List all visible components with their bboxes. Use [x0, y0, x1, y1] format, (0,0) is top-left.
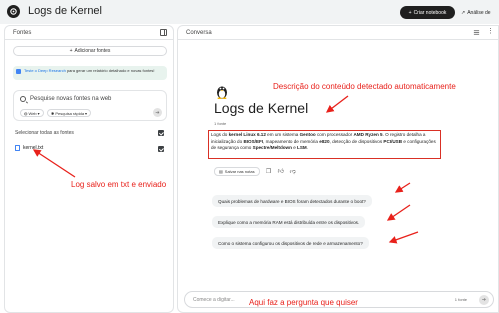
web-source-dropdown[interactable]: ◍ Web ▾	[20, 109, 44, 117]
annotation-description: Descrição do conteúdo detectado automati…	[273, 82, 456, 91]
chevron-down-icon: ▾	[37, 110, 40, 116]
search-icon	[20, 96, 26, 102]
deep-research-promo[interactable]: Teste o Deep Research para gerar um rela…	[13, 66, 167, 80]
copy-icon[interactable]: ❐	[266, 169, 272, 175]
web-chip-label: Web	[28, 110, 37, 116]
web-search-box[interactable]: Pesquise novas fontes na web ◍ Web ▾ ✱ P…	[13, 90, 167, 121]
save-to-notes-button[interactable]: ▤ Salvar nas notas	[214, 167, 260, 176]
trend-icon: ↗	[461, 9, 466, 16]
add-sources-button[interactable]: + Adicionar fontes	[13, 46, 167, 56]
search-input[interactable]: Pesquise novas fontes na web	[30, 96, 111, 102]
save-note-label: Salvar nas notas	[224, 169, 255, 174]
collapse-panel-icon[interactable]	[160, 29, 167, 36]
bolt-icon: ✱	[51, 110, 55, 116]
panel-divider	[178, 39, 498, 40]
send-icon[interactable]: ➔	[479, 295, 489, 305]
arrow-right-icon[interactable]: ➔	[153, 108, 162, 117]
source-file-checkbox[interactable]	[158, 146, 164, 152]
chat-panel: Conversa ⋮ Logs de Kernel 1 fonte Logs d…	[177, 25, 499, 313]
more-vert-icon[interactable]: ⋮	[487, 28, 494, 36]
input-source-count: 1 fonte	[454, 297, 467, 302]
summary-actions: ▤ Salvar nas notas ❐ 👍︎ 👎︎	[214, 167, 296, 176]
deep-research-icon	[16, 69, 21, 74]
plus-icon: +	[69, 48, 73, 54]
logo-icon[interactable]	[7, 5, 20, 18]
chat-panel-title: Conversa	[186, 30, 212, 36]
select-all-label: Selecionar todas as fontes	[15, 130, 74, 136]
annotation-log-saved: Log salvo em txt e enviado	[71, 180, 167, 189]
file-icon	[15, 145, 20, 151]
notebook-summary: Logs do kernel Linux 6.12 em um sistema …	[208, 130, 441, 159]
source-file-name: kernel.txt	[23, 145, 44, 151]
create-notebook-label: Criar notebook	[413, 9, 447, 16]
note-icon: ▤	[219, 169, 223, 174]
chat-input[interactable]: Comece a digitar...	[193, 297, 235, 303]
sources-panel: Fontes + Adicionar fontes Teste o Deep R…	[4, 25, 174, 313]
penguin-icon	[217, 86, 227, 99]
top-header: Logs de Kernel + Criar notebook ↗ Anális…	[0, 0, 499, 24]
suggested-question[interactable]: Como o sistema configurou os dispositivo…	[212, 237, 369, 249]
grid-icon[interactable]	[473, 29, 480, 36]
notebook-heading: Logs de Kernel	[214, 100, 309, 116]
panel-divider	[5, 39, 173, 40]
globe-icon: ◍	[24, 110, 28, 116]
thumb-down-icon[interactable]: 👎︎	[290, 169, 296, 175]
deep-research-link[interactable]: Teste o Deep Research	[24, 68, 66, 73]
source-count: 1 fonte	[214, 121, 227, 126]
annotation-ask-here: Aqui faz a pergunta que quiser	[249, 298, 358, 307]
analysis-button[interactable]: ↗ Análise de	[461, 6, 499, 19]
fast-search-dropdown[interactable]: ✱ Pesquisa rápida ▾	[47, 109, 92, 117]
chevron-down-icon: ▾	[85, 110, 88, 116]
thumb-up-icon[interactable]: 👍︎	[278, 169, 284, 175]
select-all-checkbox[interactable]	[158, 130, 164, 136]
suggested-question[interactable]: Explique como a memória RAM está distrib…	[212, 216, 366, 228]
fast-chip-label: Pesquisa rápida	[55, 110, 85, 116]
promo-text: para gerar um relatório detalhado e nova…	[66, 68, 155, 73]
add-sources-label: Adicionar fontes	[74, 48, 111, 54]
create-notebook-button[interactable]: + Criar notebook	[400, 6, 455, 19]
suggested-question[interactable]: Quais problemas de hardware e BIOS foram…	[212, 195, 372, 207]
notebook-title[interactable]: Logs de Kernel	[28, 5, 102, 17]
analysis-label: Análise de	[467, 9, 491, 16]
sources-panel-title: Fontes	[13, 30, 32, 36]
source-file-item[interactable]: kernel.txt	[15, 145, 43, 151]
plus-icon: +	[408, 9, 412, 16]
